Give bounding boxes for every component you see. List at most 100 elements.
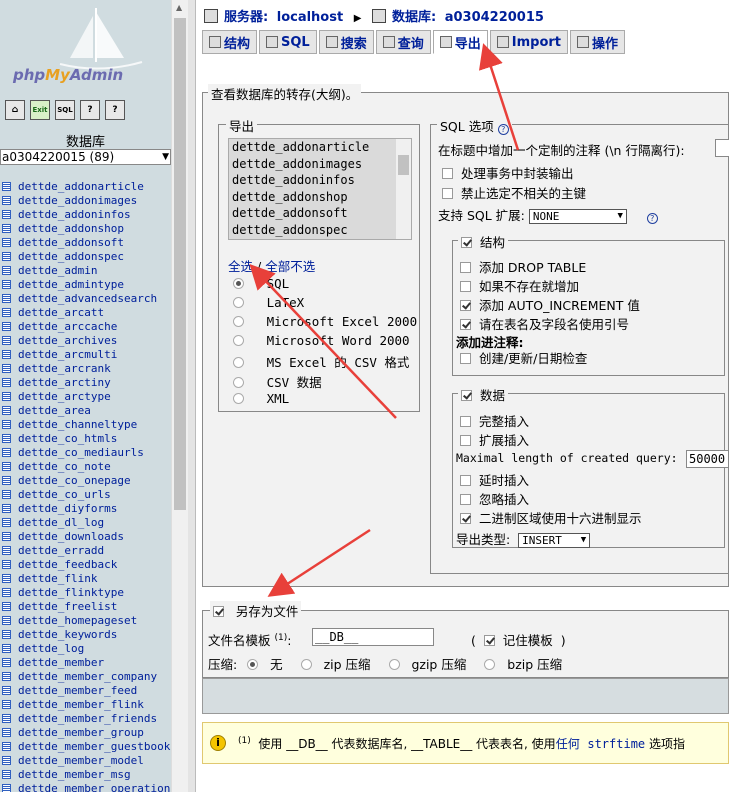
opt-hex[interactable]: 二进制区域使用十六进制显示 <box>460 508 641 527</box>
opt-extended-insert[interactable]: 扩展插入 <box>460 430 529 449</box>
table-browse-icon[interactable] <box>2 181 11 191</box>
table-browse-icon[interactable] <box>2 349 11 359</box>
table-browse-icon[interactable] <box>2 209 11 219</box>
opt-auto-increment[interactable]: 添加 AUTO_INCREMENT 值 <box>460 295 640 314</box>
backquotes-checkbox[interactable] <box>460 319 471 330</box>
table-browse-icon[interactable] <box>2 517 11 527</box>
compat-select[interactable]: NONE ▼ <box>528 209 627 224</box>
format-option[interactable]: Microsoft Word 2000 <box>233 333 410 348</box>
complete-insert-checkbox[interactable] <box>460 416 471 427</box>
compression-radio[interactable] <box>247 659 259 670</box>
table-link[interactable]: dettde_freelist <box>18 600 117 613</box>
table-browse-icon[interactable] <box>2 503 11 513</box>
compression-radio[interactable] <box>388 659 400 670</box>
opt-transaction[interactable]: 处理事务中封装输出 <box>442 163 573 182</box>
table-link[interactable]: dettde_co_note <box>18 460 111 473</box>
table-browse-icon[interactable] <box>2 307 11 317</box>
table-link[interactable]: dettde_addonimages <box>18 194 137 207</box>
table-row[interactable]: dettde_archives <box>0 333 171 347</box>
table-row[interactable]: dettde_arctiny <box>0 375 171 389</box>
table-browse-icon[interactable] <box>2 783 11 792</box>
table-link[interactable]: dettde_member_flink <box>18 698 144 711</box>
compression-option[interactable]: 无 <box>247 657 283 672</box>
table-link[interactable]: dettde_keywords <box>18 628 117 641</box>
table-browse-icon[interactable] <box>2 391 11 401</box>
any-link[interactable]: 任何 <box>556 737 580 751</box>
table-link[interactable]: dettde_addonshop <box>18 222 124 235</box>
tab-operations[interactable]: 操作 <box>570 30 626 54</box>
if-not-exists-checkbox[interactable] <box>460 281 471 292</box>
table-link[interactable]: dettde_co_mediaurls <box>18 446 144 459</box>
table-link[interactable]: dettde_dl_log <box>18 516 104 529</box>
navigation-scrollbar[interactable]: ▲ <box>171 0 188 792</box>
filename-template-input[interactable] <box>312 628 434 646</box>
scrollbar-thumb[interactable] <box>398 155 409 175</box>
table-row[interactable]: dettde_advancedsearch <box>0 291 171 305</box>
table-link[interactable]: dettde_member_operation <box>18 782 170 792</box>
table-row[interactable]: dettde_flinktype <box>0 585 171 599</box>
structure-checkbox[interactable] <box>461 237 472 248</box>
save-file-checkbox[interactable] <box>213 606 224 617</box>
table-browse-icon[interactable] <box>2 237 11 247</box>
table-browse-icon[interactable] <box>2 713 11 723</box>
table-browse-icon[interactable] <box>2 531 11 541</box>
table-row[interactable]: dettde_log <box>0 641 171 655</box>
header-comment-input[interactable] <box>715 139 729 157</box>
table-row[interactable]: dettde_feedback <box>0 557 171 571</box>
database-link[interactable]: a0304220015 <box>445 10 544 25</box>
table-browse-icon[interactable] <box>2 587 11 597</box>
table-row[interactable]: dettde_dl_log <box>0 515 171 529</box>
table-row[interactable]: dettde_member_msg <box>0 767 171 781</box>
table-browse-icon[interactable] <box>2 461 11 471</box>
foreign-keys-checkbox[interactable] <box>442 188 453 199</box>
table-browse-icon[interactable] <box>2 419 11 429</box>
phpmyadmin-logo[interactable]: phpMyAdmin <box>0 0 171 95</box>
compression-radio[interactable] <box>300 659 312 670</box>
export-table-option[interactable]: dettde_addoninfos <box>229 172 411 189</box>
opt-delayed[interactable]: 延时插入 <box>460 470 529 489</box>
table-browse-icon[interactable] <box>2 265 11 275</box>
table-row[interactable]: dettde_co_mediaurls <box>0 445 171 459</box>
export-table-option[interactable]: dettde_addonimages <box>229 155 411 173</box>
table-row[interactable]: dettde_member_flink <box>0 697 171 711</box>
remember-template[interactable]: ( 记住模板 ) <box>471 630 566 649</box>
table-row[interactable]: dettde_addonshop <box>0 221 171 235</box>
table-link[interactable]: dettde_addonarticle <box>18 180 144 193</box>
table-browse-icon[interactable] <box>2 195 11 205</box>
table-row[interactable]: dettde_arcrank <box>0 361 171 375</box>
table-link[interactable]: dettde_downloads <box>18 530 124 543</box>
table-row[interactable]: dettde_member_operation <box>0 781 171 792</box>
table-link[interactable]: dettde_addoninfos <box>18 208 131 221</box>
table-row[interactable]: dettde_diyforms <box>0 501 171 515</box>
table-row[interactable]: dettde_erradd <box>0 543 171 557</box>
format-radio[interactable] <box>233 376 244 388</box>
table-row[interactable]: dettde_member_friends <box>0 711 171 725</box>
opt-complete-insert[interactable]: 完整插入 <box>460 411 529 430</box>
compression-option[interactable]: zip 压缩 <box>300 657 371 672</box>
table-link[interactable]: dettde_arcrank <box>18 362 111 375</box>
table-browse-icon[interactable] <box>2 335 11 345</box>
table-link[interactable]: dettde_arcmulti <box>18 348 117 361</box>
table-link[interactable]: dettde_member_friends <box>18 712 157 725</box>
table-link[interactable]: dettde_member_company <box>18 670 157 683</box>
table-row[interactable]: dettde_flink <box>0 571 171 585</box>
table-browse-icon[interactable] <box>2 629 11 639</box>
tab-sql[interactable]: SQL <box>259 30 317 54</box>
ignore-checkbox[interactable] <box>460 494 471 505</box>
table-browse-icon[interactable] <box>2 727 11 737</box>
tab-search[interactable]: 搜索 <box>318 30 374 54</box>
table-row[interactable]: dettde_arcatt <box>0 305 171 319</box>
strftime-link[interactable]: strftime <box>587 737 645 751</box>
table-browse-icon[interactable] <box>2 657 11 667</box>
table-link[interactable]: dettde_flink <box>18 572 97 585</box>
table-link[interactable]: dettde_log <box>18 642 84 655</box>
table-row[interactable]: dettde_member_company <box>0 669 171 683</box>
table-link[interactable]: dettde_erradd <box>18 544 104 557</box>
table-link[interactable]: dettde_archives <box>18 334 117 347</box>
data-checkbox[interactable] <box>461 390 472 401</box>
export-table-option[interactable]: dettde_addonarticle <box>229 139 411 156</box>
home-icon[interactable]: ⌂ <box>5 100 25 120</box>
format-radio[interactable] <box>233 357 244 369</box>
delayed-checkbox[interactable] <box>460 475 471 486</box>
query-window-icon[interactable]: ? <box>80 100 100 120</box>
